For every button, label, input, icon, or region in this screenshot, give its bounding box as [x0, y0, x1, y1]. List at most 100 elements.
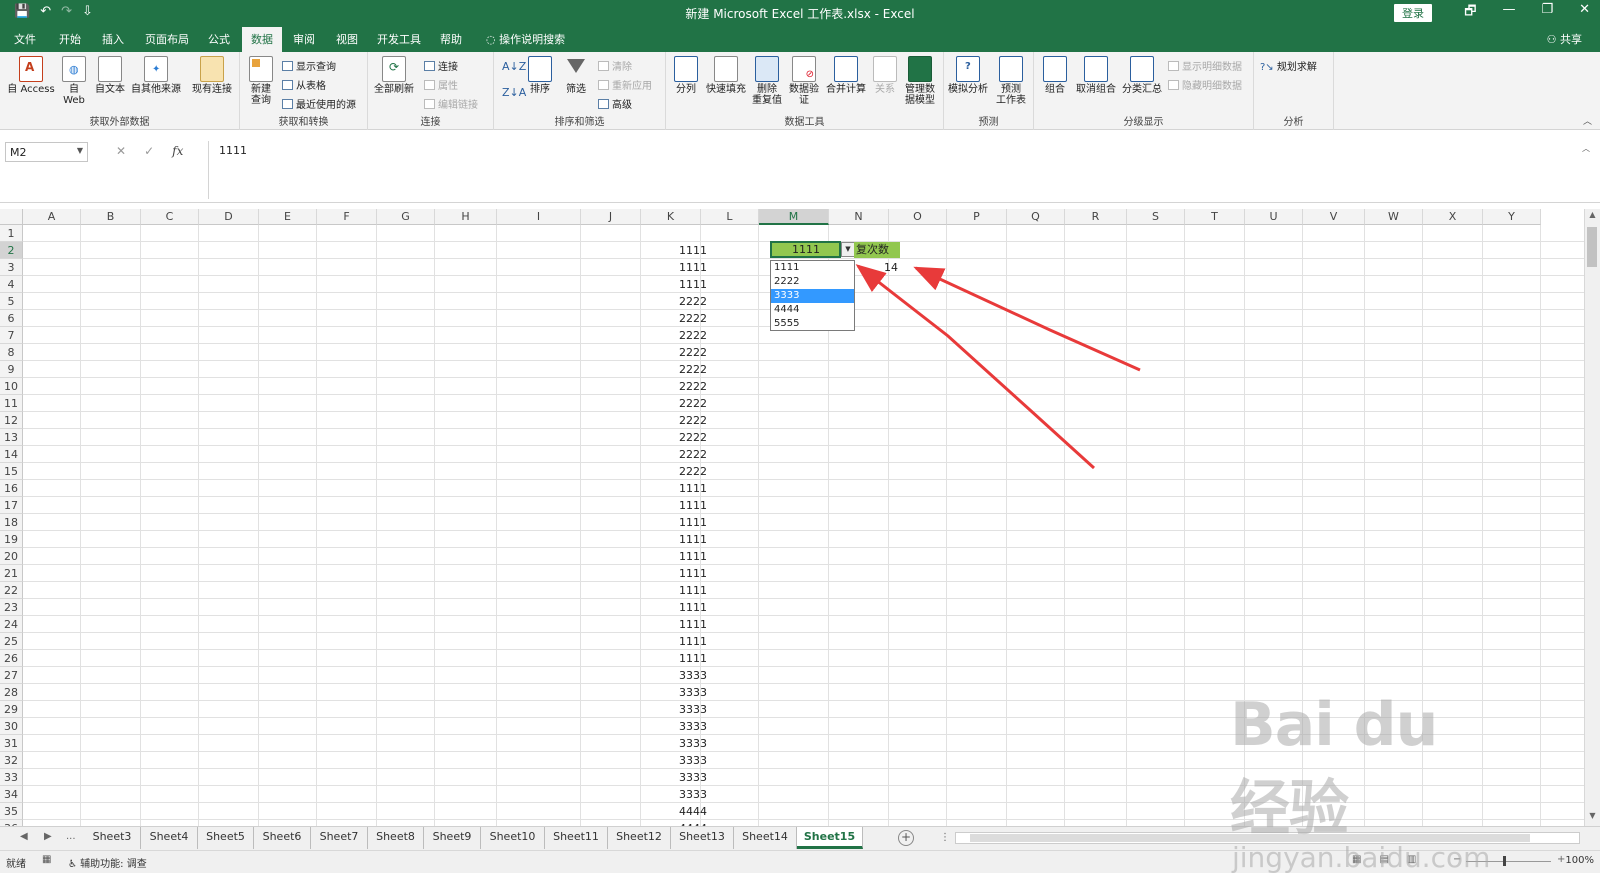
scroll-thumb[interactable]	[1587, 227, 1597, 267]
dropdown-arrow-icon[interactable]: ▼	[841, 242, 855, 257]
sheet-tab-sheet14[interactable]: Sheet14	[734, 827, 797, 849]
column-header-i[interactable]: I	[497, 209, 581, 225]
row-header-6[interactable]: 6	[0, 310, 23, 327]
hide-detail-button[interactable]: 隐藏明细数据	[1168, 77, 1242, 92]
cell-k35[interactable]: 4444	[648, 803, 710, 820]
column-header-u[interactable]: U	[1245, 209, 1303, 225]
flash-fill-button[interactable]: 快速填充	[704, 56, 748, 95]
row-header-17[interactable]: 17	[0, 497, 23, 514]
tab-formulas[interactable]: 公式	[208, 31, 230, 47]
cell-k6[interactable]: 2222	[648, 310, 710, 327]
dropdown-option[interactable]: 1111	[771, 261, 854, 275]
edit-links-button[interactable]: 编辑链接	[424, 96, 478, 111]
add-sheet-icon[interactable]: +	[898, 830, 914, 846]
enter-icon[interactable]: ✓	[144, 144, 154, 158]
options-icon[interactable]: ⋮	[940, 832, 950, 843]
cell-k32[interactable]: 3333	[648, 752, 710, 769]
scroll-up-icon[interactable]: ▲	[1585, 210, 1600, 224]
sheet-tab-sheet4[interactable]: Sheet4	[141, 827, 198, 849]
insert-function-icon[interactable]: fx	[172, 144, 183, 158]
cell-k21[interactable]: 1111	[648, 565, 710, 582]
accessibility-status[interactable]: ♿ 辅助功能: 调查	[68, 855, 147, 870]
maximize-icon[interactable]: ❐	[1541, 2, 1553, 24]
cell-k18[interactable]: 1111	[648, 514, 710, 531]
column-header-b[interactable]: B	[81, 209, 141, 225]
expand-formula-bar-icon[interactable]: ︿	[1582, 143, 1590, 154]
what-if-analysis-button[interactable]: ? 模拟分析	[946, 56, 990, 95]
row-header-12[interactable]: 12	[0, 412, 23, 429]
cell-k30[interactable]: 3333	[648, 718, 710, 735]
column-header-p[interactable]: P	[947, 209, 1007, 225]
sheet-tab-sheet12[interactable]: Sheet12	[608, 827, 671, 849]
cell-k3[interactable]: 1111	[648, 259, 710, 276]
row-header-7[interactable]: 7	[0, 327, 23, 344]
column-header-t[interactable]: T	[1185, 209, 1245, 225]
row-header-19[interactable]: 19	[0, 531, 23, 548]
subtotal-button[interactable]: 分类汇总	[1120, 56, 1164, 95]
cell-k11[interactable]: 2222	[648, 395, 710, 412]
relationships-button[interactable]: 关系	[870, 56, 900, 95]
text-to-columns-button[interactable]: 分列	[670, 56, 702, 95]
cell-k7[interactable]: 2222	[648, 327, 710, 344]
column-header-j[interactable]: J	[581, 209, 641, 225]
dropdown-option[interactable]: 5555	[771, 317, 854, 331]
column-header-y[interactable]: Y	[1483, 209, 1541, 225]
cell-k5[interactable]: 2222	[648, 293, 710, 310]
column-header-n[interactable]: N	[829, 209, 889, 225]
from-text-button[interactable]: 自文本	[92, 56, 128, 95]
sheet-tab-sheet5[interactable]: Sheet5	[198, 827, 254, 849]
cell-k31[interactable]: 3333	[648, 735, 710, 752]
vertical-scrollbar[interactable]: ▲ ▼	[1584, 209, 1600, 826]
row-header-32[interactable]: 32	[0, 752, 23, 769]
cell-n2[interactable]: 复次数	[854, 242, 900, 258]
cell-k8[interactable]: 2222	[648, 344, 710, 361]
existing-connections-button[interactable]: 现有连接	[188, 56, 236, 95]
column-header-v[interactable]: V	[1303, 209, 1365, 225]
refresh-all-button[interactable]: ⟳ 全部刷新	[372, 56, 416, 95]
cell-k25[interactable]: 1111	[648, 633, 710, 650]
cell-k2[interactable]: 1111	[648, 242, 710, 259]
select-all-corner[interactable]	[0, 209, 23, 225]
row-header-29[interactable]: 29	[0, 701, 23, 718]
column-header-d[interactable]: D	[199, 209, 259, 225]
remove-duplicates-button[interactable]: 删除 重复值	[750, 56, 784, 106]
new-query-button[interactable]: 新建 查询	[244, 56, 278, 106]
from-table-button[interactable]: 从表格	[282, 77, 326, 92]
row-header-10[interactable]: 10	[0, 378, 23, 395]
macro-record-icon[interactable]: ▦	[42, 854, 51, 865]
cell-k29[interactable]: 3333	[648, 701, 710, 718]
cell-k10[interactable]: 2222	[648, 378, 710, 395]
recent-sources-button[interactable]: 最近使用的源	[282, 96, 356, 111]
row-header-2[interactable]: 2	[0, 242, 23, 259]
row-header-27[interactable]: 27	[0, 667, 23, 684]
tell-me-search[interactable]: ◌ 操作说明搜索	[486, 31, 565, 47]
cell-k15[interactable]: 2222	[648, 463, 710, 480]
sheet-tab-sheet7[interactable]: Sheet7	[311, 827, 368, 849]
row-header-25[interactable]: 25	[0, 633, 23, 650]
cell-k34[interactable]: 3333	[648, 786, 710, 803]
row-header-33[interactable]: 33	[0, 769, 23, 786]
filter-button[interactable]: 筛选	[560, 56, 592, 95]
login-button[interactable]: 登录	[1394, 4, 1432, 22]
advanced-filter-button[interactable]: 高级	[598, 96, 632, 111]
tab-data[interactable]: 数据	[242, 27, 282, 52]
dropdown-option[interactable]: 2222	[771, 275, 854, 289]
row-header-28[interactable]: 28	[0, 684, 23, 701]
from-access-button[interactable]: A 自 Access	[6, 56, 56, 95]
column-header-s[interactable]: S	[1127, 209, 1185, 225]
row-header-18[interactable]: 18	[0, 514, 23, 531]
row-header-15[interactable]: 15	[0, 463, 23, 480]
tab-developer[interactable]: 开发工具	[377, 31, 421, 47]
cell-k33[interactable]: 3333	[648, 769, 710, 786]
column-header-g[interactable]: G	[377, 209, 435, 225]
row-header-21[interactable]: 21	[0, 565, 23, 582]
tab-review[interactable]: 审阅	[293, 31, 315, 47]
cell-k19[interactable]: 1111	[648, 531, 710, 548]
consolidate-button[interactable]: 合并计算	[824, 56, 868, 95]
cell-k27[interactable]: 3333	[648, 667, 710, 684]
from-web-button[interactable]: ◍ 自 Web	[58, 56, 90, 106]
cell-k17[interactable]: 1111	[648, 497, 710, 514]
manage-data-model-button[interactable]: 管理数 据模型	[902, 56, 938, 106]
zoom-in-icon[interactable]: +	[1557, 854, 1565, 865]
cell-k23[interactable]: 1111	[648, 599, 710, 616]
